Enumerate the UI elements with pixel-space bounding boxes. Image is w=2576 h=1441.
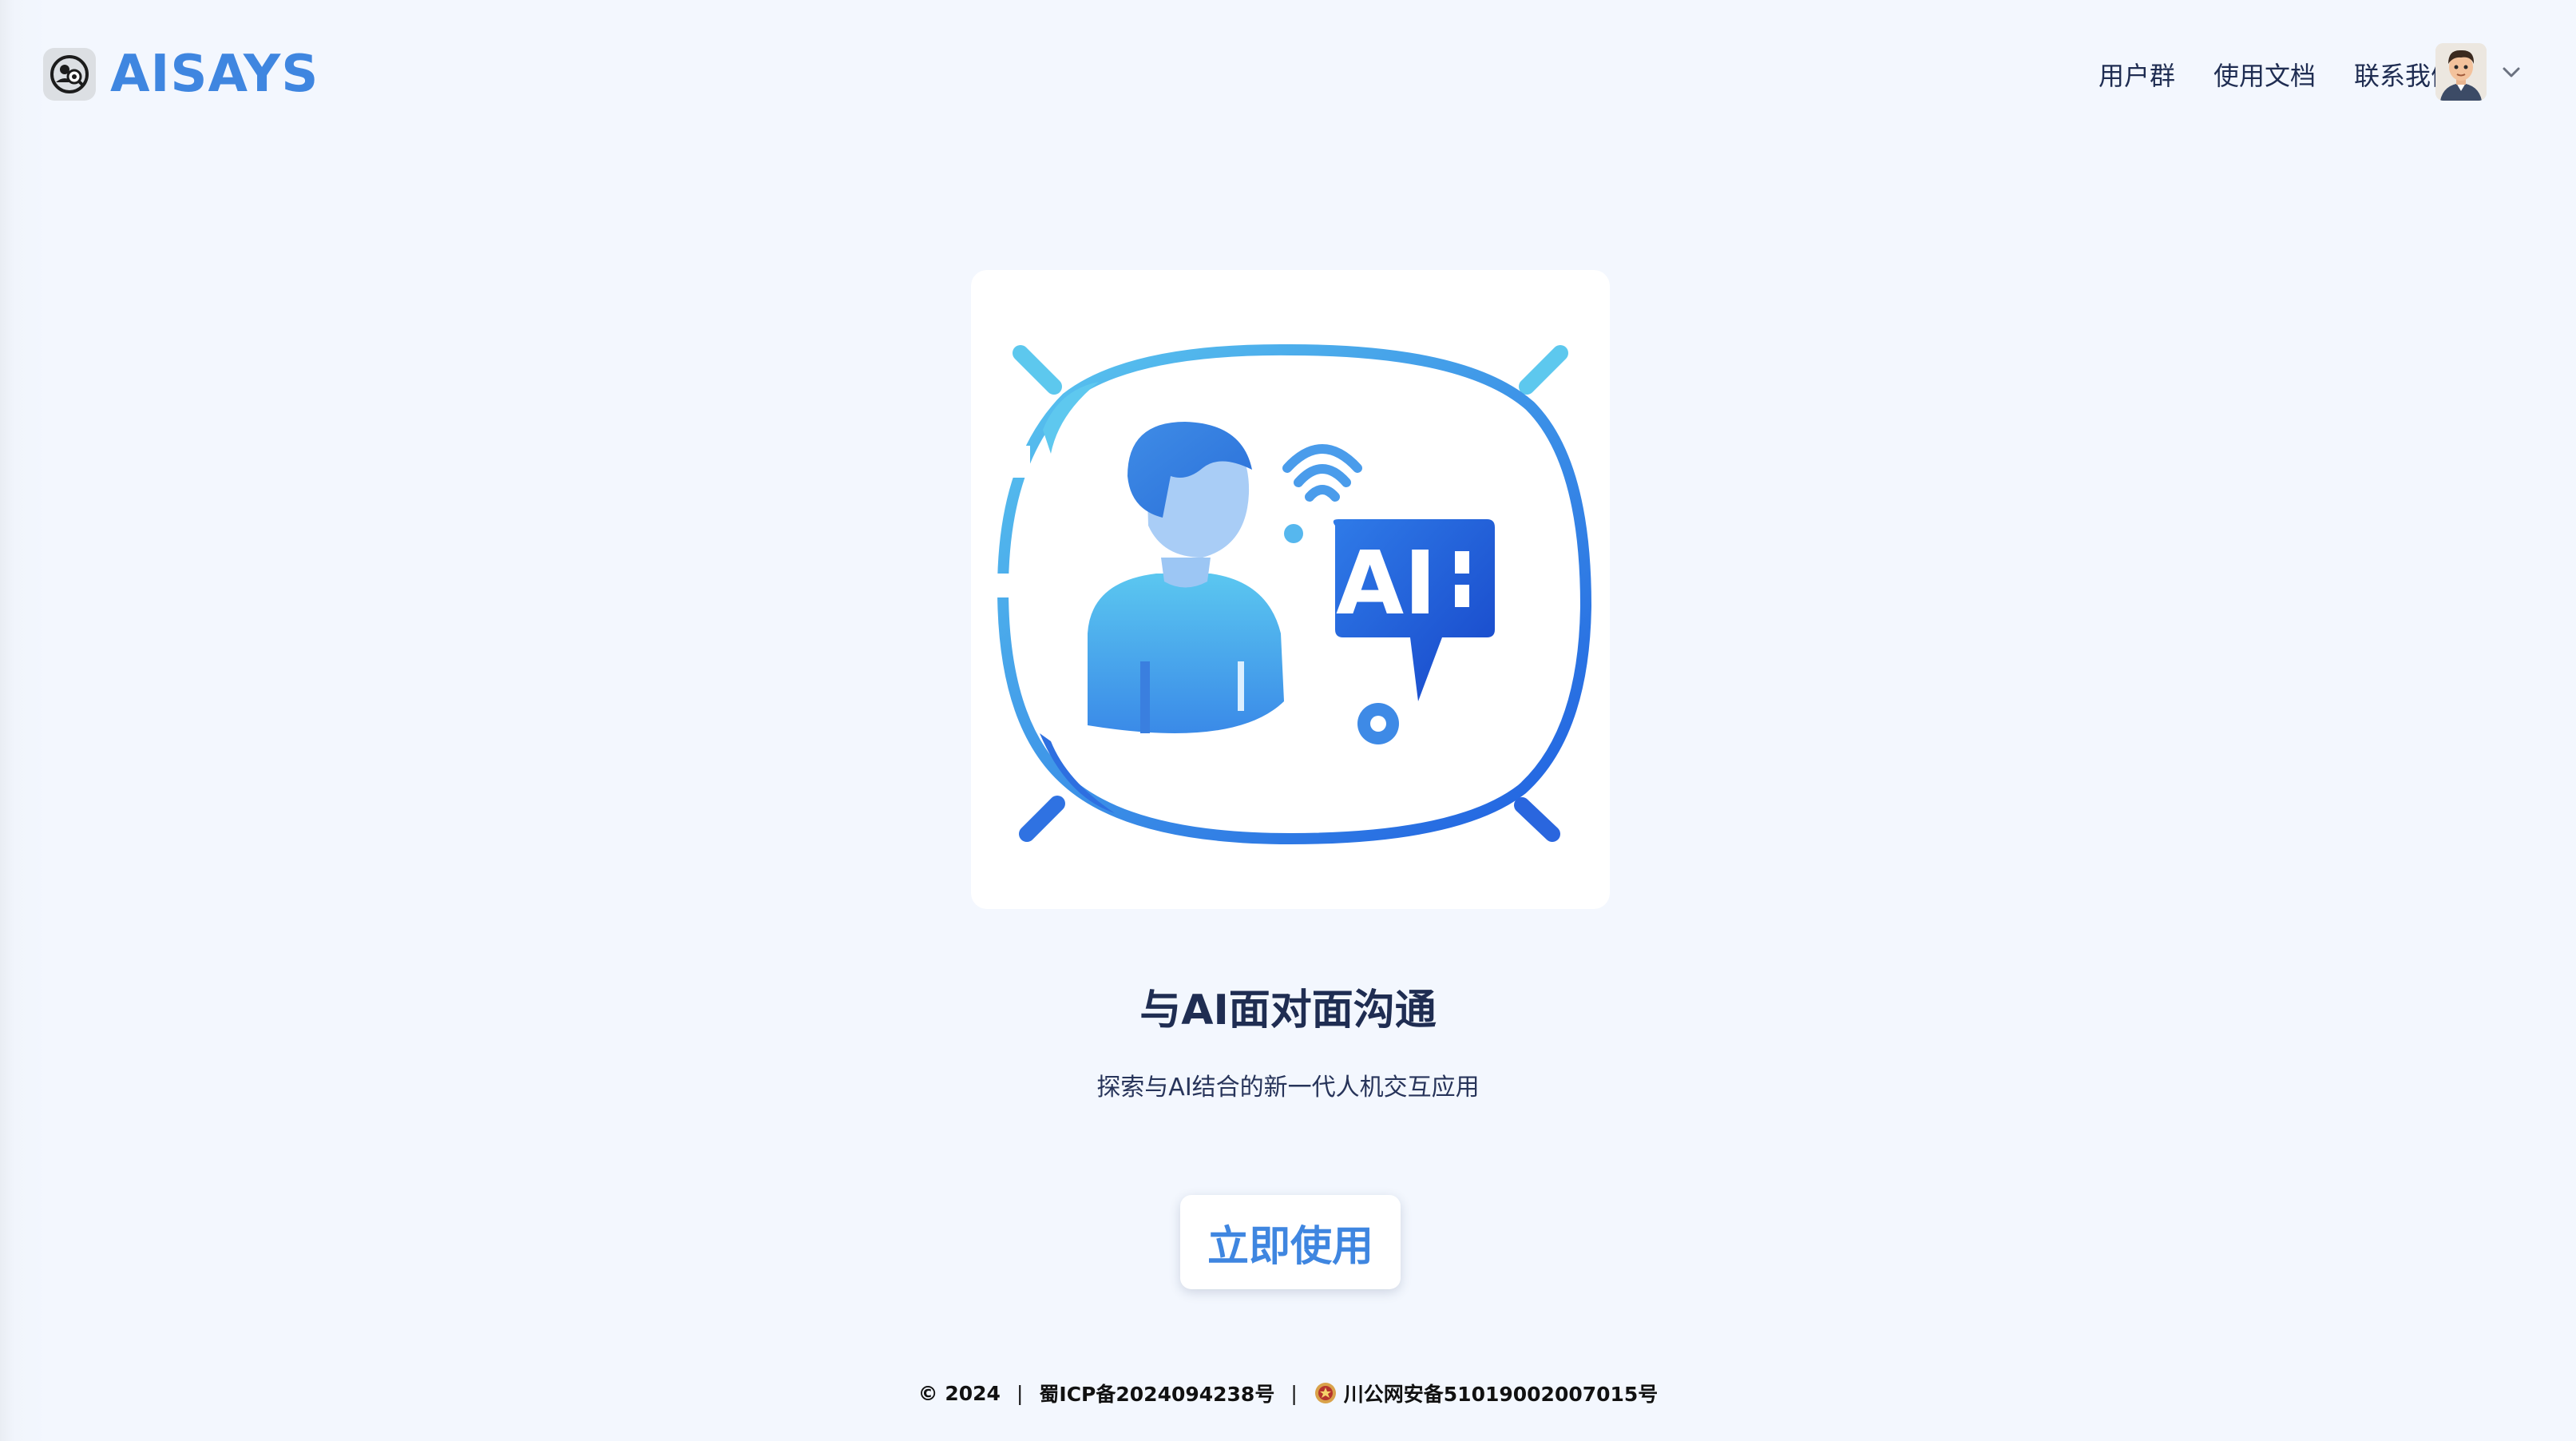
top-nav: 用户群 使用文档 联系我们 — [2060, 56, 2456, 93]
user-menu[interactable] — [2435, 43, 2523, 101]
hero-illustration: AI — [971, 270, 1610, 909]
nav-user-group[interactable]: 用户群 — [2098, 56, 2175, 93]
chevron-down-icon[interactable] — [2499, 60, 2523, 84]
hero-title: 与AI面对面沟通 — [1139, 986, 1437, 1034]
svg-text:AI: AI — [1336, 532, 1437, 634]
logo-text: AISAYS — [110, 45, 319, 104]
footer: © 2024 | 蜀ICP备2024094238号 | 川公网安备5101900… — [0, 1379, 2576, 1407]
footer-divider: | — [1290, 1381, 1298, 1405]
icp-link[interactable]: 蜀ICP备2024094238号 — [1039, 1379, 1274, 1407]
police-badge-icon — [1314, 1383, 1336, 1403]
hero-subtitle: 探索与AI结合的新一代人机交互应用 — [1096, 1074, 1480, 1102]
police-record-link[interactable]: 川公网安备51019002007015号 — [1344, 1379, 1659, 1407]
nav-docs[interactable]: 使用文档 — [2213, 56, 2316, 93]
start-button[interactable]: 立即使用 — [1180, 1195, 1401, 1289]
copyright-text: © 2024 — [917, 1381, 1001, 1405]
avatar[interactable] — [2435, 43, 2487, 101]
ai-chat-illustration-icon: AI — [995, 343, 1592, 845]
logo-icon — [43, 48, 96, 101]
footer-divider: | — [1016, 1381, 1024, 1405]
header: AISAYS 用户群 使用文档 联系我们 — [0, 0, 2576, 144]
logo[interactable]: AISAYS — [43, 45, 319, 104]
